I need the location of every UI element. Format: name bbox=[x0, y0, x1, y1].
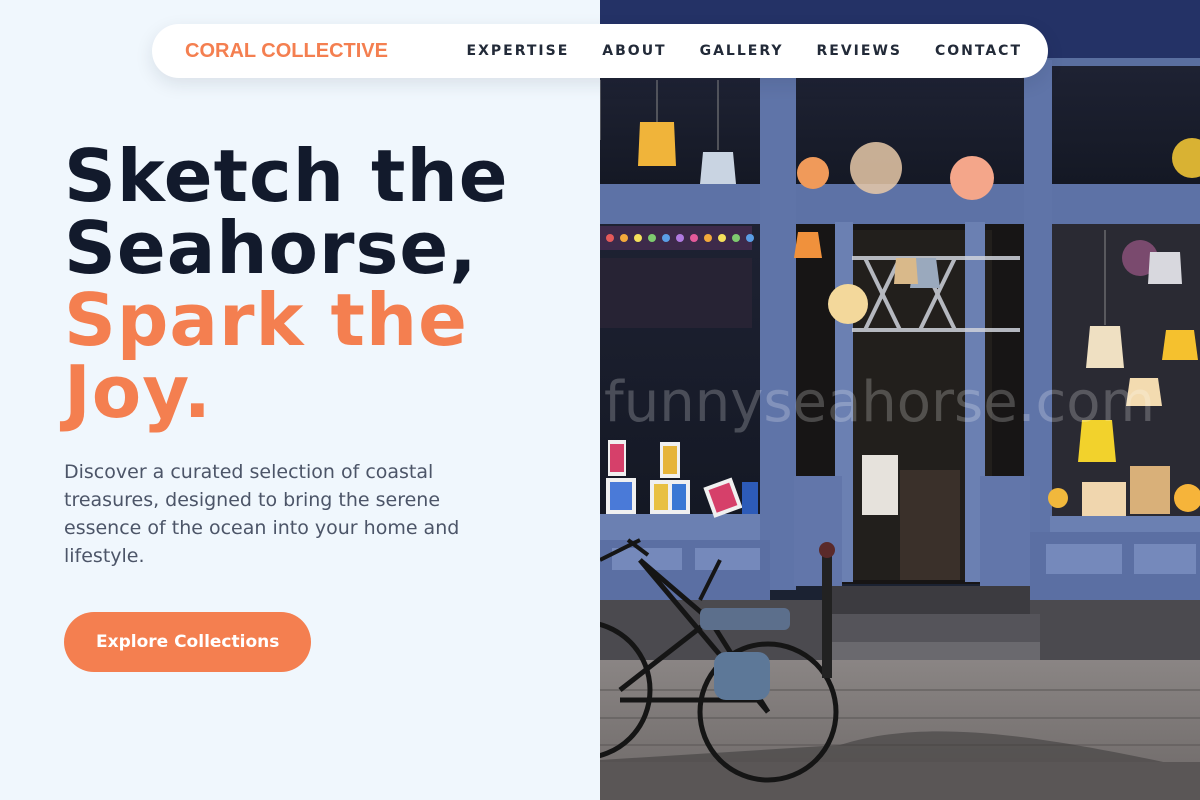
hero-description: Discover a curated selection of coastal … bbox=[64, 461, 460, 567]
headline-accent-line-2: Joy. bbox=[64, 350, 212, 434]
explore-collections-button[interactable]: Explore Collections bbox=[64, 612, 312, 672]
storefront-photo: funnyseahorse.com bbox=[600, 0, 1200, 800]
watermark-text: funnyseahorse.com bbox=[604, 370, 1156, 435]
main-navigation: CORAL COLLECTIVE EXPERTISE ABOUT GALLERY… bbox=[152, 24, 1048, 78]
headline-line-2: Seahorse, bbox=[64, 206, 478, 290]
nav-link-about[interactable]: ABOUT bbox=[602, 43, 666, 59]
headline-line-1: Sketch the bbox=[64, 134, 509, 218]
brand-logo[interactable]: CORAL COLLECTIVE bbox=[185, 40, 388, 63]
hero-headline: Sketch the Seahorse, Spark the Joy. bbox=[64, 140, 584, 428]
headline-accent-line-1: Spark the bbox=[64, 278, 468, 362]
nav-link-expertise[interactable]: EXPERTISE bbox=[467, 43, 570, 59]
nav-link-gallery[interactable]: GALLERY bbox=[700, 43, 784, 59]
nav-link-reviews[interactable]: REVIEWS bbox=[817, 43, 902, 59]
nav-links: EXPERTISE ABOUT GALLERY REVIEWS CONTACT bbox=[434, 43, 1022, 59]
nav-link-contact[interactable]: CONTACT bbox=[935, 43, 1022, 59]
hero-section: Sketch the Seahorse, Spark the Joy. Disc… bbox=[64, 140, 584, 672]
